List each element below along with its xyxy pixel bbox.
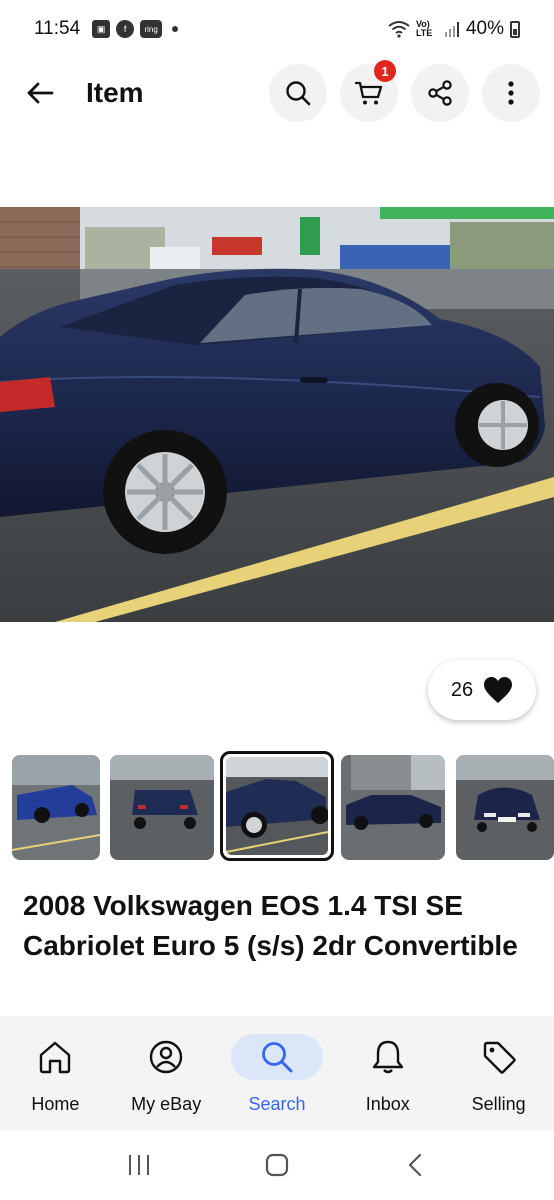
- cart-icon: [354, 81, 383, 105]
- chevron-left-icon: [408, 1153, 422, 1177]
- recent-apps-icon: [129, 1155, 149, 1175]
- photo-thumbnails: [0, 751, 554, 862]
- item-page: 11:54 ▣ f ring Vo) LTE 40% Item 1 26 200…: [0, 0, 554, 1200]
- nav-inbox[interactable]: Inbox: [332, 1016, 443, 1130]
- tag-icon: [483, 1041, 516, 1074]
- thumbnail-image: [456, 755, 554, 860]
- home-system-button[interactable]: [247, 1140, 307, 1190]
- status-right: Vo) LTE 40%: [388, 18, 520, 40]
- nav-icon-wrap: [342, 1034, 434, 1080]
- watchers-count: 26: [450, 678, 474, 701]
- nav-my-ebay[interactable]: My eBay: [111, 1016, 222, 1130]
- battery-icon: [510, 20, 520, 38]
- nav-icon-wrap: [9, 1034, 101, 1080]
- system-navigation-bar: [0, 1130, 554, 1200]
- thumbnail-4[interactable]: [341, 755, 445, 860]
- share-button[interactable]: [411, 64, 469, 122]
- home-icon: [40, 1041, 71, 1074]
- watchers-button[interactable]: 26: [428, 660, 536, 720]
- nav-icon-wrap: [120, 1034, 212, 1080]
- recent-apps-button[interactable]: [109, 1140, 169, 1190]
- nav-label: Inbox: [365, 1094, 410, 1114]
- nav-label: Selling: [471, 1094, 526, 1114]
- wifi-icon: [388, 21, 410, 38]
- nav-label: Search: [248, 1094, 306, 1114]
- nav-label: My eBay: [131, 1094, 202, 1114]
- app-header: Item 1: [0, 60, 554, 124]
- nav-search[interactable]: Search: [222, 1016, 333, 1130]
- thumbnail-image: [110, 755, 214, 860]
- person-icon: [149, 1040, 183, 1074]
- signal-icon: [444, 22, 459, 37]
- more-options-button[interactable]: [482, 64, 540, 122]
- thumbnail-3-selected[interactable]: [220, 751, 334, 861]
- back-system-button[interactable]: [385, 1140, 445, 1190]
- bell-icon: [372, 1040, 403, 1074]
- thumbnail-5[interactable]: [456, 755, 554, 860]
- search-icon: [286, 81, 311, 106]
- share-icon: [428, 80, 452, 106]
- heart-icon: [484, 677, 513, 703]
- gallery-icon: ▣: [92, 20, 111, 38]
- cart-button[interactable]: 1: [340, 60, 398, 122]
- thumbnail-image: [225, 757, 329, 855]
- nav-icon-wrap: [453, 1034, 545, 1080]
- search-button[interactable]: [269, 64, 327, 122]
- more-notifications-icon: [172, 26, 179, 32]
- bottom-navigation: Home My eBay Search Inbox Selling: [0, 1016, 554, 1130]
- cart-badge: 1: [374, 60, 396, 82]
- main-item-photo[interactable]: [0, 207, 554, 622]
- thumbnail-1[interactable]: [12, 755, 100, 860]
- car-photo: [0, 207, 554, 622]
- thumbnail-image: [12, 755, 100, 860]
- item-title: 2008 Volkswagen EOS 1.4 TSI SE Cabriolet…: [23, 890, 518, 961]
- notification-icons: ▣ f ring: [92, 20, 179, 38]
- page-title: Item: [86, 77, 144, 108]
- nav-label: Home: [31, 1094, 80, 1114]
- header-actions: 1: [269, 60, 540, 122]
- facebook-icon: f: [116, 20, 135, 38]
- thumbnail-image: [341, 755, 445, 860]
- nav-selling[interactable]: Selling: [443, 1016, 554, 1130]
- nav-icon-wrap: [230, 1034, 323, 1080]
- ring-app-icon: ring: [140, 20, 163, 38]
- battery-percentage: 40%: [465, 18, 504, 39]
- home-circle-icon: [265, 1153, 289, 1177]
- back-arrow-icon: [27, 82, 54, 104]
- status-time: 11:54: [34, 18, 81, 39]
- network-label: Vo) LTE: [415, 19, 433, 38]
- nav-home[interactable]: Home: [0, 1016, 111, 1130]
- thumbnail-2[interactable]: [110, 755, 214, 860]
- status-bar: 11:54 ▣ f ring Vo) LTE 40%: [0, 0, 554, 58]
- more-vertical-icon: [508, 81, 514, 105]
- back-button[interactable]: [18, 71, 62, 115]
- search-icon: [262, 1042, 293, 1073]
